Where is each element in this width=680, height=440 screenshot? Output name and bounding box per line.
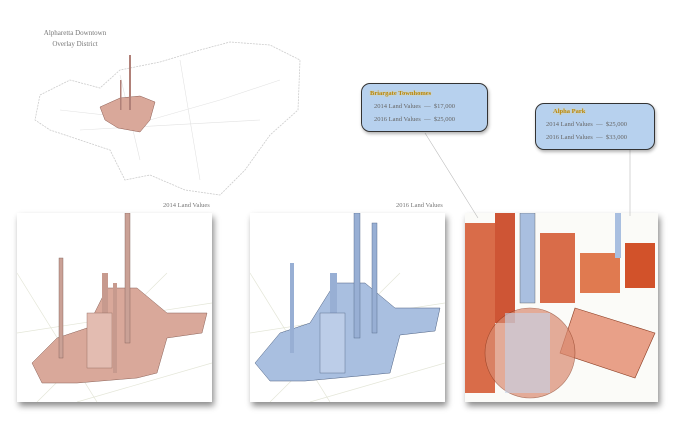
callout-rows: 2014 Land Values — $17,000 2016 Land Val… <box>374 103 487 123</box>
row-separator: — <box>596 121 603 128</box>
callout-row: 2016 Land Values — $25,000 <box>374 116 487 123</box>
leader-lines <box>424 132 631 219</box>
callout-row: 2014 Land Values — $25,000 <box>546 121 654 128</box>
row-label: 2016 Land Values <box>374 116 421 123</box>
callout-rows: 2014 Land Values — $25,000 2016 Land Val… <box>546 121 654 141</box>
callout-alpha-park: Alpha Park 2014 Land Values — $25,000 20… <box>535 103 655 150</box>
row-separator: — <box>424 103 431 110</box>
leader-line <box>424 132 479 219</box>
row-label: 2014 Land Values <box>546 121 593 128</box>
callout-title: Alpha Park <box>553 108 586 115</box>
callout-row: 2014 Land Values — $17,000 <box>374 103 487 110</box>
row-value: $25,000 <box>433 116 455 123</box>
row-label: 2016 Land Values <box>546 134 593 141</box>
callout-row: 2016 Land Values — $33,000 <box>546 134 654 141</box>
callout-briargate-townhomes: Briargate Townhomes 2014 Land Values — $… <box>361 83 488 132</box>
row-value: $17,000 <box>433 103 455 110</box>
row-value: $33,000 <box>605 134 627 141</box>
row-separator: — <box>596 134 603 141</box>
row-separator: — <box>424 116 431 123</box>
row-value: $25,000 <box>605 121 627 128</box>
row-label: 2014 Land Values <box>374 103 421 110</box>
callout-title: Briargate Townhomes <box>370 90 432 97</box>
